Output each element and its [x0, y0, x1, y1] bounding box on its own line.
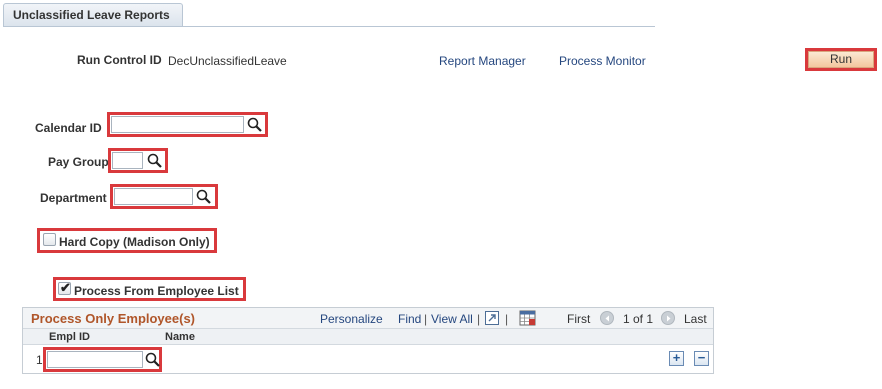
tab-divider	[3, 26, 655, 27]
calendar-id-lookup-icon[interactable]	[246, 116, 264, 134]
report-manager-link[interactable]: Report Manager	[439, 54, 526, 68]
find-link[interactable]: Find	[398, 312, 421, 326]
department-label: Department	[40, 191, 107, 205]
run-control-id-label: Run Control ID	[77, 53, 162, 67]
separator: |	[477, 312, 481, 326]
column-header-empl-id[interactable]: Empl ID	[49, 331, 90, 343]
calendar-id-label: Calendar ID	[35, 121, 102, 135]
personalize-link[interactable]: Personalize	[320, 312, 383, 326]
process-monitor-link[interactable]: Process Monitor	[559, 54, 646, 68]
pay-group-lookup-icon[interactable]	[146, 152, 164, 170]
separator: |	[424, 312, 428, 326]
first-label: First	[567, 312, 591, 326]
delete-row-button[interactable]: −	[694, 351, 709, 366]
grid-header-bar: Process Only Employee(s) Personalize Fin…	[23, 308, 713, 329]
add-row-button[interactable]: +	[669, 351, 684, 366]
run-button[interactable]: Run	[808, 51, 874, 68]
calendar-id-input[interactable]	[111, 116, 244, 133]
next-icon[interactable]	[661, 311, 675, 325]
empl-id-lookup-icon[interactable]	[144, 351, 162, 369]
run-control-id-value: DecUnclassifiedLeave	[168, 54, 287, 68]
department-lookup-icon[interactable]	[195, 188, 213, 206]
process-list-label: Process From Employee List	[74, 284, 239, 298]
pay-group-input[interactable]	[112, 152, 143, 169]
hard-copy-checkbox[interactable]	[43, 233, 56, 246]
empl-id-input[interactable]	[47, 351, 143, 368]
download-spreadsheet-icon[interactable]	[519, 310, 536, 326]
separator: |	[505, 312, 509, 326]
department-input[interactable]	[114, 188, 193, 205]
last-label: Last	[684, 312, 707, 326]
hard-copy-label: Hard Copy (Madison Only)	[59, 235, 210, 249]
row-number: 1	[36, 353, 43, 367]
zoom-grid-icon[interactable]	[484, 310, 500, 326]
grid-column-headers: Empl ID Name	[23, 329, 713, 345]
page-info: 1 of 1	[623, 312, 654, 326]
tab-unclassified-leave-reports[interactable]: Unclassified Leave Reports	[3, 3, 183, 27]
view-all-link[interactable]: View All	[431, 312, 473, 326]
previous-icon[interactable]	[600, 311, 614, 325]
process-list-checkbox[interactable]: ✔	[58, 280, 71, 295]
pay-group-label: Pay Group	[48, 155, 109, 169]
grid-title: Process Only Employee(s)	[31, 311, 196, 326]
checkmark-icon: ✔	[60, 280, 71, 295]
column-header-name[interactable]: Name	[165, 331, 195, 343]
